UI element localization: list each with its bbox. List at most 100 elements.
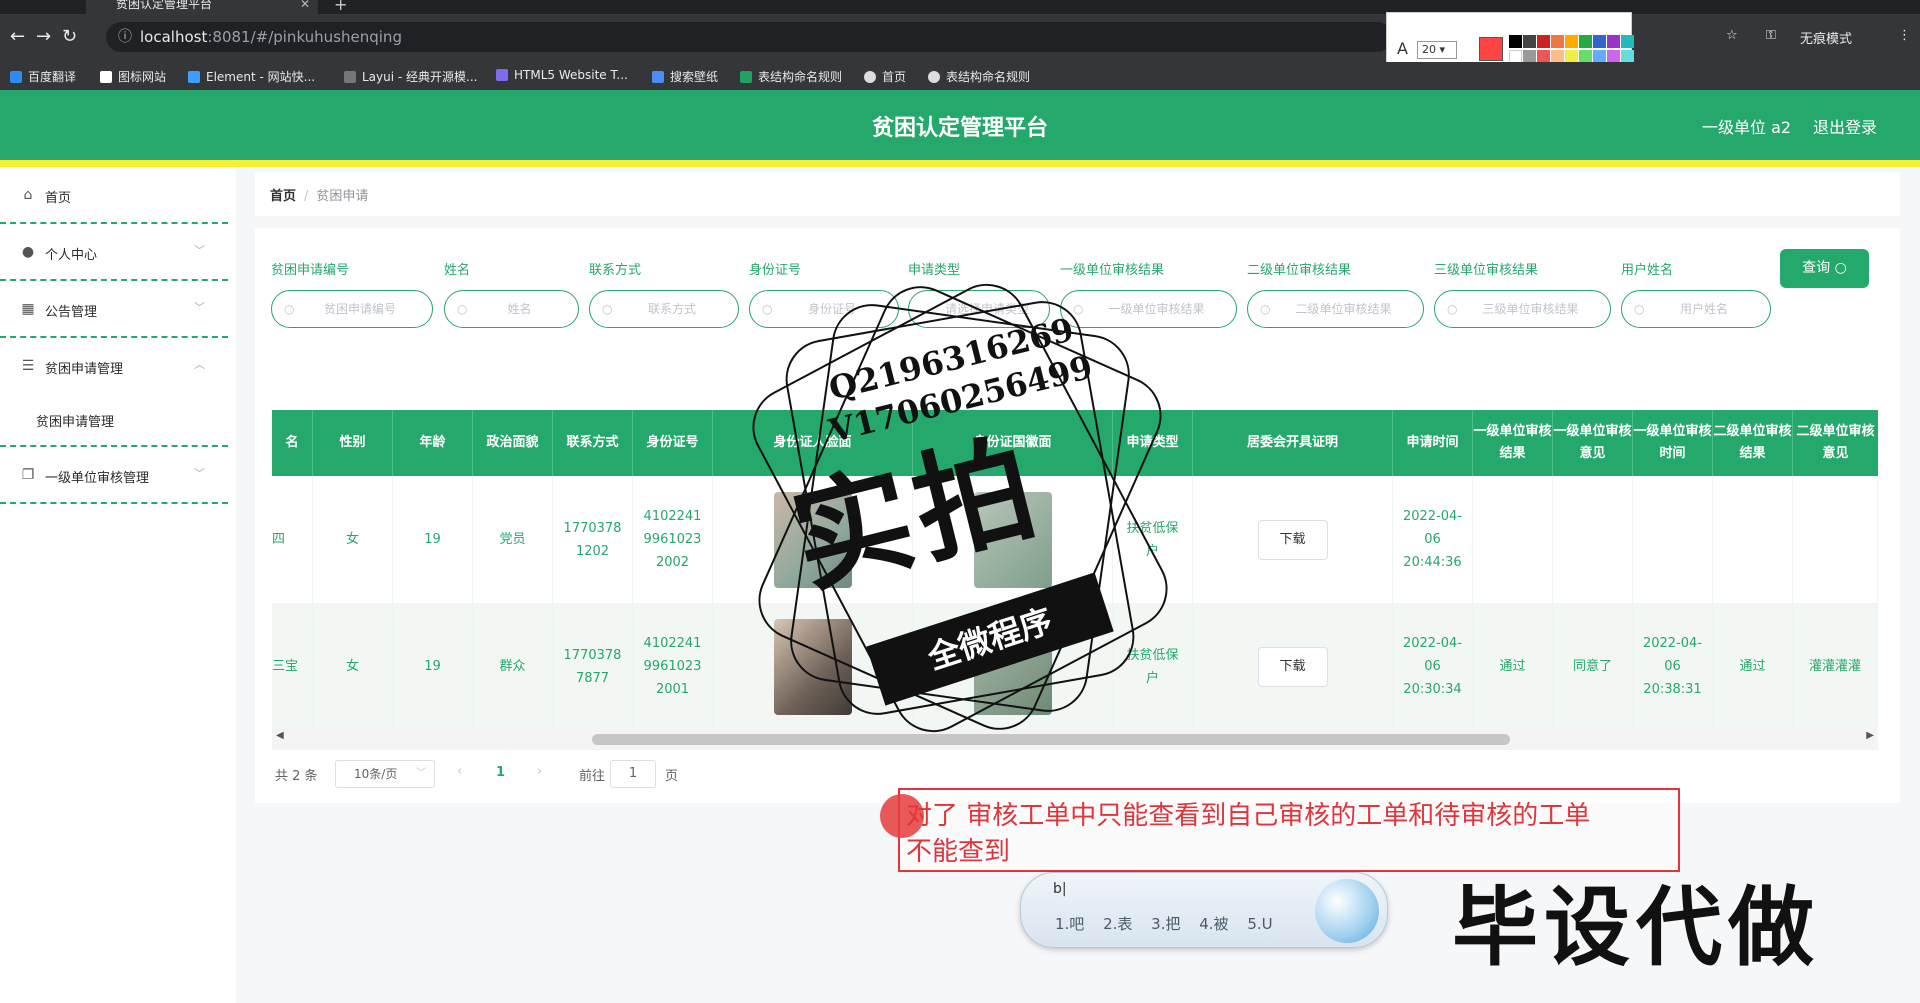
browser-tab-strip: 贫困认定管理平台 ✕ +: [0, 0, 1920, 14]
sidebar-item-profile[interactable]: ● 个人中心 ﹀: [0, 224, 228, 281]
bookmark-item[interactable]: 图标网站: [100, 68, 166, 85]
filter-label: 二级单位审核结果: [1247, 263, 1352, 278]
apply-no-input[interactable]: ○ 贫困申请编号: [271, 290, 433, 328]
chevron-up-icon: ︿: [194, 358, 205, 371]
search-icon: ○: [284, 302, 295, 316]
page-number[interactable]: 1: [496, 765, 505, 780]
breadcrumb-home[interactable]: 首页: [270, 189, 296, 204]
filter-label: 三级单位审核结果: [1434, 263, 1539, 278]
search-icon: ○: [602, 302, 613, 316]
current-color-swatch[interactable]: [1479, 37, 1503, 61]
watermark-stamp: Q2196316269 V17060256499 实拍 全微程序: [720, 269, 1200, 748]
tab-title: 贫困认定管理平台: [116, 0, 213, 11]
ime-candidates[interactable]: 1.吧 2.表 3.把 4.被 5.U: [1055, 913, 1273, 934]
username-input[interactable]: ○ 用户姓名: [1621, 290, 1771, 328]
reload-icon[interactable]: ↻: [62, 26, 77, 47]
sidebar-subitem-poverty-apply[interactable]: 贫困申请管理: [0, 395, 228, 447]
sliders-icon: ☰: [21, 358, 35, 374]
l2-result-input[interactable]: ○ 二级单位审核结果: [1247, 290, 1424, 328]
col-proof: 居委会开具证明: [1193, 410, 1393, 476]
bookmark-item[interactable]: 表结构命名规则: [740, 68, 842, 85]
ad-text: 毕设代做: [1452, 877, 1820, 978]
chevron-down-icon: ﹀: [416, 768, 426, 779]
col-apply-time: 申请时间: [1393, 410, 1473, 476]
download-button[interactable]: 下载: [1257, 519, 1328, 560]
user-icon: ●: [21, 244, 35, 260]
next-page-icon[interactable]: ›: [537, 764, 542, 779]
bookmark-item[interactable]: Element - 网站快...: [188, 68, 315, 85]
sidebar-item-home[interactable]: ⌂ 首页: [0, 167, 228, 224]
breadcrumb-card: [255, 172, 1900, 216]
phone-input[interactable]: ○ 联系方式: [589, 290, 739, 328]
app-header: 贫困认定管理平台 一级单位 a2 退出登录: [0, 90, 1920, 160]
page-size-select[interactable]: 10条/页 ﹀: [335, 760, 435, 788]
app-title: 贫困认定管理平台: [871, 116, 1048, 141]
chevron-down-icon: ﹀: [194, 244, 205, 257]
bookmark-item[interactable]: Layui - 经典开源模...: [344, 68, 477, 85]
search-icon: ○: [1634, 302, 1645, 316]
col-id-no: 身份证号: [633, 410, 713, 476]
chevron-down-icon: ﹀: [194, 467, 205, 480]
filter-label: 身份证号: [749, 263, 802, 278]
goto-page-input[interactable]: 1: [610, 760, 656, 788]
sidebar: ⌂ 首页 ● 个人中心 ﹀ ▦ 公告管理 ﹀ ☰ 贫困申请管理 ︿ 贫困申请管理…: [0, 167, 228, 1003]
ime-candidate-window[interactable]: b| 1.吧 2.表 3.把 4.被 5.U: [1020, 872, 1388, 948]
search-icon: ○: [1260, 302, 1271, 316]
col-l1-opinion: 一级单位审核意见: [1553, 410, 1633, 476]
grid-icon: ▦: [21, 301, 35, 317]
ime-logo-icon: [1315, 879, 1379, 943]
bookmark-item[interactable]: 表结构命名规则: [928, 68, 1030, 85]
download-button[interactable]: 下载: [1257, 646, 1328, 687]
menu-icon[interactable]: ⋮: [1898, 28, 1911, 43]
col-phone: 联系方式: [553, 410, 633, 476]
chevron-down-icon: ﹀: [194, 301, 205, 314]
close-tab-icon[interactable]: ✕: [300, 0, 310, 12]
browser-toolbar: ← → ↻ ⓘ localhost:8081/#/pinkuhushenqing…: [0, 12, 1920, 70]
browser-tab[interactable]: 贫困认定管理平台 ✕: [86, 0, 318, 14]
sidebar-item-level1-review[interactable]: ❐ 一级单位审核管理 ﹀: [0, 447, 228, 504]
bookmark-item[interactable]: 百度翻译: [10, 68, 76, 85]
incognito-label[interactable]: 无痕模式: [1800, 28, 1852, 47]
bookmark-item[interactable]: 首页: [864, 68, 906, 85]
col-l1-time: 一级单位审核时间: [1633, 410, 1713, 476]
filter-label: 申请类型: [908, 263, 961, 278]
col-l2-opinion: 二级单位审核意见: [1796, 424, 1875, 461]
total-count: 共 2 条: [275, 769, 318, 784]
search-icon: ○: [1447, 302, 1458, 316]
star-icon[interactable]: ☆: [1726, 28, 1738, 43]
bookmark-item[interactable]: HTML5 Website T...: [496, 68, 628, 82]
url-host: localhost: [140, 28, 208, 46]
address-bar[interactable]: ⓘ localhost:8081/#/pinkuhushenqing: [106, 22, 1392, 52]
breadcrumb: 首页 / 贫困申请: [270, 189, 369, 204]
scroll-right-icon: ▶: [1866, 730, 1874, 741]
font-size-select[interactable]: 20 ▾: [1417, 41, 1457, 59]
col-age: 年龄: [393, 410, 473, 476]
filter-label: 贫困申请编号: [271, 263, 350, 278]
font-icon[interactable]: A: [1397, 39, 1408, 58]
name-input[interactable]: ○ 姓名: [444, 290, 579, 328]
site-info-icon[interactable]: ⓘ: [118, 22, 132, 52]
new-tab-icon[interactable]: +: [334, 0, 347, 14]
url-path: :8081/#/pinkuhushenqing: [207, 28, 402, 46]
bookmarks-bar: 百度翻译 图标网站 Element - 网站快... Layui - 经典开源模…: [0, 62, 1920, 90]
col-l1-result: 一级单位审核结果: [1473, 410, 1553, 476]
logout-link[interactable]: 退出登录: [1813, 114, 1877, 138]
sidebar-item-poverty-apply[interactable]: ☰ 贫困申请管理 ︿: [0, 338, 228, 395]
key-icon[interactable]: ⚿: [1766, 28, 1776, 43]
search-icon: ○: [457, 302, 468, 316]
query-button[interactable]: 查询 ○: [1780, 249, 1869, 288]
prev-page-icon[interactable]: ‹: [457, 764, 462, 779]
header-accent-bar: [0, 160, 1920, 167]
search-icon: ○: [1834, 260, 1847, 276]
col-gender: 性别: [313, 410, 393, 476]
forward-icon[interactable]: →: [36, 26, 51, 47]
breadcrumb-current: 贫困申请: [316, 189, 369, 204]
filter-label: 姓名: [444, 263, 471, 278]
current-user: 一级单位 a2: [1702, 118, 1792, 137]
bookmark-item[interactable]: 搜索壁纸: [652, 68, 718, 85]
color-palette[interactable]: [1509, 35, 1634, 63]
sidebar-item-notices[interactable]: ▦ 公告管理 ﹀: [0, 281, 228, 338]
back-icon[interactable]: ←: [10, 26, 25, 47]
col-political: 政治面貌: [473, 410, 553, 476]
l3-result-input[interactable]: ○ 三级单位审核结果: [1434, 290, 1611, 328]
